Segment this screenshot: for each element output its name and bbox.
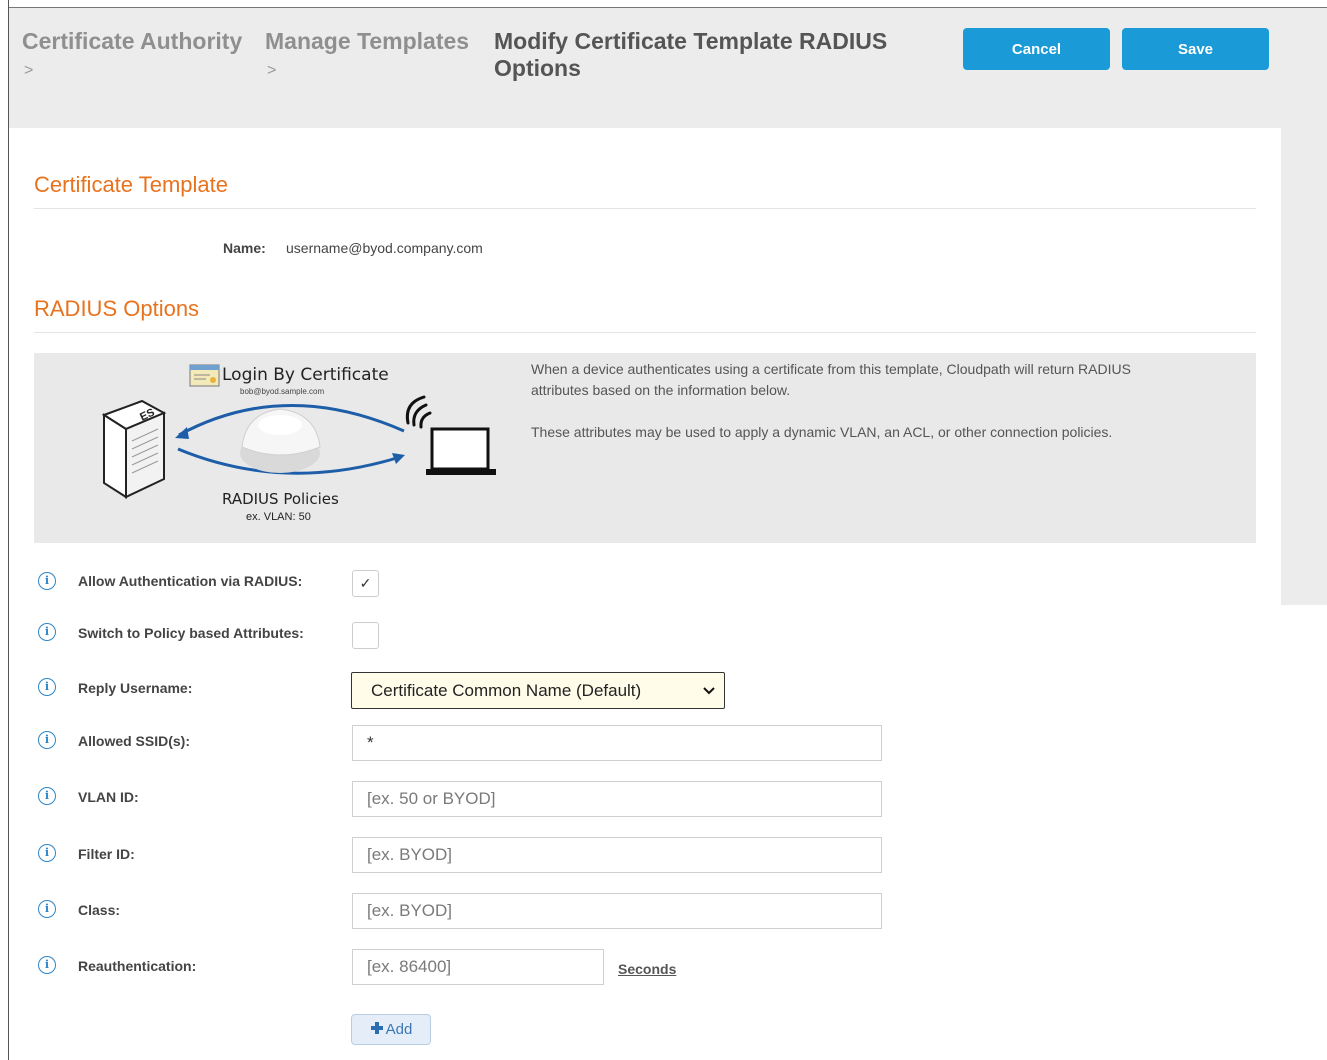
info-icon[interactable]: i xyxy=(38,731,56,749)
breadcrumb-label[interactable]: Certificate Authority xyxy=(22,28,242,54)
template-name-value: username@byod.company.com xyxy=(286,240,483,256)
seconds-unit-link[interactable]: Seconds xyxy=(618,961,676,977)
filter-id-label: Filter ID: xyxy=(78,846,135,862)
access-point-icon xyxy=(240,408,321,473)
radius-description-2: These attributes may be used to apply a … xyxy=(531,424,1113,440)
info-icon[interactable]: i xyxy=(38,956,56,974)
reply-username-value: Certificate Common Name (Default) xyxy=(371,681,642,700)
allowed-ssids-input[interactable] xyxy=(352,725,882,761)
save-button[interactable]: Save xyxy=(1122,28,1269,70)
breadcrumb-item-certificate-authority[interactable]: Certificate Authority > xyxy=(22,28,242,84)
info-icon[interactable]: i xyxy=(38,787,56,805)
info-icon[interactable]: i xyxy=(38,900,56,918)
info-icon[interactable]: i xyxy=(38,678,56,696)
allowed-ssids-label: Allowed SSID(s): xyxy=(78,733,191,749)
window-border-left xyxy=(8,0,9,1060)
right-gutter xyxy=(1281,128,1327,605)
diagram-login-title: Login By Certificate xyxy=(222,365,389,385)
diagram-policies-subtitle: ex. VLAN: 50 xyxy=(246,511,311,523)
breadcrumb-item-manage-templates[interactable]: Manage Templates > xyxy=(265,28,469,84)
add-button-label: Add xyxy=(385,1021,413,1038)
filter-id-input[interactable] xyxy=(352,837,882,873)
template-name-label: Name: xyxy=(223,240,266,256)
info-icon[interactable]: i xyxy=(38,844,56,862)
allow-auth-label: Allow Authentication via RADIUS: xyxy=(78,573,303,589)
add-button[interactable]: Add xyxy=(351,1014,431,1045)
class-input[interactable] xyxy=(352,893,882,929)
breadcrumb-label[interactable]: Manage Templates xyxy=(265,28,469,54)
breadcrumb-separator: > xyxy=(267,62,277,79)
plus-icon xyxy=(370,1021,384,1039)
switch-policy-label: Switch to Policy based Attributes: xyxy=(78,625,304,641)
laptop-icon xyxy=(426,427,496,475)
vlan-id-label: VLAN ID: xyxy=(78,789,139,805)
section-divider xyxy=(34,208,1256,209)
reply-username-select[interactable]: Certificate Common Name (Default) xyxy=(351,672,725,709)
page-title: Modify Certificate Template RADIUS Optio… xyxy=(494,28,888,81)
info-icon[interactable]: i xyxy=(38,572,56,590)
info-icon[interactable]: i xyxy=(38,623,56,641)
wifi-icon xyxy=(405,395,432,429)
section-divider xyxy=(34,332,1256,333)
reauthentication-label: Reauthentication: xyxy=(78,958,197,974)
vlan-id-input[interactable] xyxy=(352,781,882,817)
switch-policy-checkbox[interactable] xyxy=(352,622,379,649)
radius-description-1: When a device authenticates using a cert… xyxy=(531,361,1131,398)
chevron-down-icon xyxy=(702,678,716,705)
reauthentication-input[interactable] xyxy=(352,949,604,985)
diagram-login-subtitle: bob@byod.sample.com xyxy=(240,387,325,396)
cancel-button[interactable]: Cancel xyxy=(963,28,1110,70)
radius-options-heading: RADIUS Options xyxy=(34,296,200,321)
reply-username-label: Reply Username: xyxy=(78,680,193,696)
class-label: Class: xyxy=(78,902,121,918)
breadcrumb-separator: > xyxy=(24,62,34,79)
radius-info-panel: Login By Certificate bob@byod.sample.com… xyxy=(34,353,1256,543)
certificate-icon xyxy=(189,364,220,387)
diagram-policies-title: RADIUS Policies xyxy=(222,490,339,508)
allow-auth-checkbox[interactable]: ✓ xyxy=(352,570,379,597)
certificate-template-heading: Certificate Template xyxy=(34,172,229,197)
